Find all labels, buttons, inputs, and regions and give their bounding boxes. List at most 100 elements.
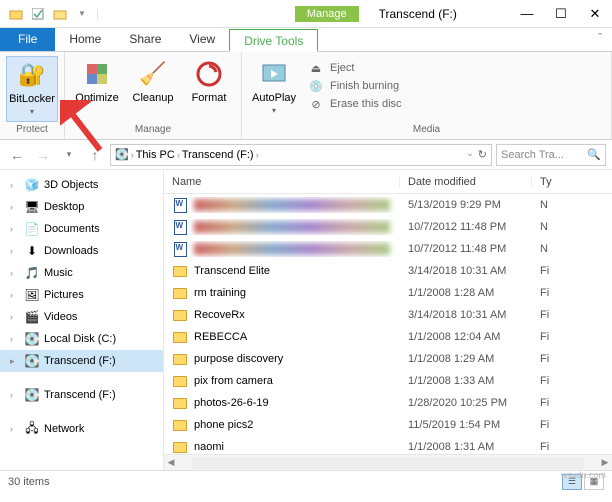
forward-button[interactable]: → <box>32 144 54 166</box>
nav-icon: 🎵 <box>24 265 40 281</box>
ribbon-body: 🔐 BitLocker ▾ Protect Optimize 🧹 Cleanup… <box>0 52 612 140</box>
nav-item[interactable]: ›🖧Network <box>0 418 163 440</box>
nav-item[interactable]: ›🧊3D Objects <box>0 174 163 196</box>
file-row[interactable]: Transcend Elite3/14/2018 10:31 AMFi <box>164 260 612 282</box>
back-button[interactable]: ← <box>6 144 28 166</box>
drive-icon: 💽 <box>115 148 129 161</box>
group-manage-label: Manage <box>71 122 235 137</box>
chevron-right-icon: › <box>10 246 20 256</box>
tab-file[interactable]: File <box>0 28 55 51</box>
ribbon-tabs: File Home Share View Drive Tools ˆ <box>0 28 612 52</box>
optimize-button[interactable]: Optimize <box>71 56 123 122</box>
file-row[interactable]: rm training1/1/2008 1:28 AMFi <box>164 282 612 304</box>
qat-open-folder-icon[interactable] <box>52 6 68 22</box>
file-row[interactable]: 5/13/2019 9:29 PMN <box>164 194 612 216</box>
file-type: Fi <box>532 419 612 431</box>
network-icon: 🖧 <box>24 421 40 437</box>
file-name: REBECCA <box>194 331 247 343</box>
qat-dropdown-icon[interactable]: ▼ <box>74 6 90 22</box>
eject-button[interactable]: ⏏Eject <box>308 60 402 76</box>
qat-folder-icon[interactable] <box>8 6 24 22</box>
group-protect-label: Protect <box>6 122 58 137</box>
file-name: purpose discovery <box>194 353 283 365</box>
nav-icon: 💽 <box>24 353 40 369</box>
column-name[interactable]: Name <box>164 176 400 188</box>
chevron-right-icon: › <box>10 290 20 300</box>
file-row[interactable]: pix from camera1/1/2008 1:33 AMFi <box>164 370 612 392</box>
nav-item[interactable]: ›🖥Desktop <box>0 196 163 218</box>
qat-checkbox-icon[interactable] <box>30 6 46 22</box>
nav-item[interactable]: ›💽Transcend (F:) <box>0 384 163 406</box>
file-row[interactable]: naomi1/1/2008 1:31 AMFi <box>164 436 612 454</box>
cleanup-icon: 🧹 <box>137 58 169 90</box>
column-type[interactable]: Ty <box>532 176 612 188</box>
tab-share[interactable]: Share <box>115 28 175 51</box>
group-media-label: Media <box>248 122 605 137</box>
column-date[interactable]: Date modified <box>400 176 532 188</box>
maximize-button[interactable]: ☐ <box>544 0 578 28</box>
file-name: RecoveRx <box>194 309 245 321</box>
nav-item[interactable]: ▸💽Transcend (F:) <box>0 350 163 372</box>
autoplay-label: AutoPlay <box>252 92 296 104</box>
chevron-right-icon: › <box>10 424 20 434</box>
file-row[interactable]: phone pics211/5/2019 1:54 PMFi <box>164 414 612 436</box>
file-date: 3/14/2018 10:31 AM <box>400 265 532 277</box>
file-row[interactable]: RecoveRx3/14/2018 10:31 AMFi <box>164 304 612 326</box>
search-input[interactable]: Search Tra... 🔍 <box>496 144 606 166</box>
nav-item[interactable]: ›⬇Downloads <box>0 240 163 262</box>
format-button[interactable]: Format <box>183 56 235 122</box>
file-date: 5/13/2019 9:29 PM <box>400 199 532 211</box>
file-row[interactable]: photos-26-6-191/28/2020 10:25 PMFi <box>164 392 612 414</box>
nav-label: Documents <box>44 223 100 235</box>
nav-icon: 💽 <box>24 331 40 347</box>
horizontal-scrollbar[interactable]: ◀▶ <box>164 454 612 470</box>
folder-icon <box>173 266 187 277</box>
file-date: 1/1/2008 1:31 AM <box>400 441 532 453</box>
tab-drive-tools[interactable]: Drive Tools <box>229 29 318 52</box>
finish-burning-button[interactable]: 💿Finish burning <box>308 78 402 94</box>
erase-icon: ⊘ <box>308 96 324 112</box>
minimize-button[interactable]: — <box>510 0 544 28</box>
word-doc-icon <box>174 220 187 235</box>
nav-item[interactable]: ›💽Local Disk (C:) <box>0 328 163 350</box>
autoplay-button[interactable]: AutoPlay ▾ <box>248 56 300 122</box>
file-type: Fi <box>532 375 612 387</box>
title-bar: ▼ | Manage Transcend (F:) — ☐ ✕ <box>0 0 612 28</box>
nav-item[interactable]: ›🎵Music <box>0 262 163 284</box>
file-type: N <box>532 243 612 255</box>
file-date: 10/7/2012 11:48 PM <box>400 243 532 255</box>
file-row[interactable]: REBECCA1/1/2008 12:04 AMFi <box>164 326 612 348</box>
crumb-drive[interactable]: Transcend (F:) <box>182 149 254 161</box>
burn-icon: 💿 <box>308 78 324 94</box>
close-button[interactable]: ✕ <box>578 0 612 28</box>
file-date: 1/1/2008 1:28 AM <box>400 287 532 299</box>
chevron-right-icon: › <box>10 390 20 400</box>
file-row[interactable]: purpose discovery1/1/2008 1:29 AMFi <box>164 348 612 370</box>
cleanup-button[interactable]: 🧹 Cleanup <box>127 56 179 122</box>
nav-item[interactable]: ›📄Documents <box>0 218 163 240</box>
breadcrumb[interactable]: 💽 › This PC › Transcend (F:) › ⌄ ↻ <box>110 144 492 166</box>
crumb-thispc[interactable]: This PC <box>136 149 175 161</box>
nav-label: Music <box>44 267 73 279</box>
recent-dropdown[interactable]: ▾ <box>58 144 80 166</box>
tab-view[interactable]: View <box>175 28 229 51</box>
collapse-ribbon-icon[interactable]: ˆ <box>588 28 612 51</box>
autoplay-icon <box>258 58 290 90</box>
up-button[interactable]: ↑ <box>84 144 106 166</box>
file-row[interactable]: 10/7/2012 11:48 PMN <box>164 238 612 260</box>
file-row[interactable]: 10/7/2012 11:48 PMN <box>164 216 612 238</box>
nav-icon: 🖼 <box>24 287 40 303</box>
erase-disc-button[interactable]: ⊘Erase this disc <box>308 96 402 112</box>
folder-icon <box>173 442 187 453</box>
file-type: Fi <box>532 353 612 365</box>
tab-home[interactable]: Home <box>55 28 115 51</box>
nav-label: Videos <box>44 311 77 323</box>
optimize-icon <box>81 58 113 90</box>
nav-label: Transcend (F:) <box>44 389 116 401</box>
refresh-icon[interactable]: ↻ <box>478 148 487 161</box>
bitlocker-button[interactable]: 🔐 BitLocker ▾ <box>6 56 58 122</box>
nav-item[interactable]: ›🖼Pictures <box>0 284 163 306</box>
nav-item[interactable]: ›🎬Videos <box>0 306 163 328</box>
dropdown-icon[interactable]: ⌄ <box>466 148 474 161</box>
format-label: Format <box>192 92 227 104</box>
